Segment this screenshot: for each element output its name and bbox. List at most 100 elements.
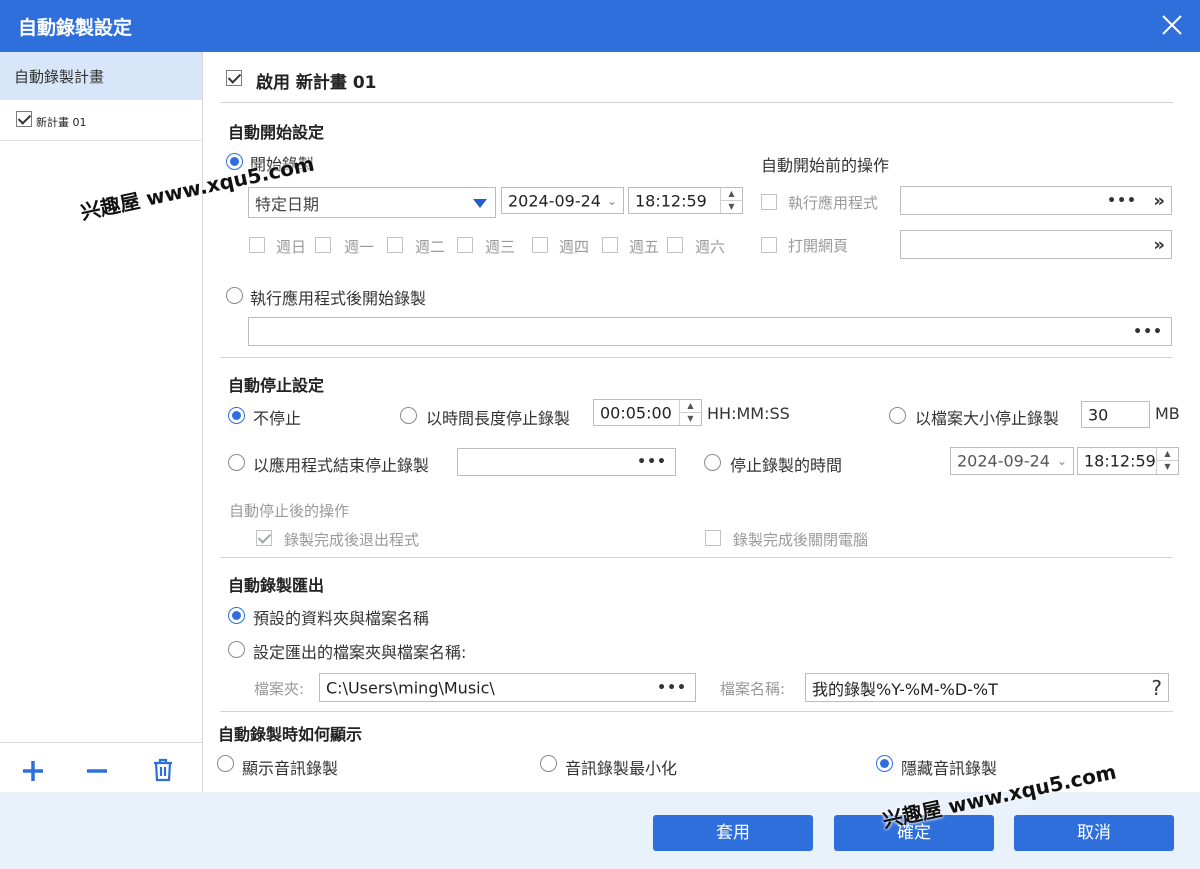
remove-icon[interactable]: [86, 760, 108, 782]
pre-actions-title: 自動開始前的操作: [761, 156, 890, 175]
spin-down-icon[interactable]: ▼: [680, 413, 701, 426]
trash-icon[interactable]: [152, 758, 174, 782]
default-export-radio[interactable]: [228, 607, 245, 624]
stop-date-value: 2024-09-24: [957, 451, 1050, 471]
weekday-checkbox-wed[interactable]: [457, 237, 473, 253]
open-web-label: 打開網頁: [788, 237, 849, 255]
dropdown-arrow-icon: [473, 199, 487, 208]
weekday-label-mon: 週一: [344, 238, 375, 256]
sidebar-toolbar: [0, 742, 202, 792]
no-stop-label: 不停止: [253, 409, 302, 428]
weekday-label-thu: 週四: [559, 238, 590, 256]
weekday-checkbox-mon[interactable]: [315, 237, 331, 253]
app-start-radio[interactable]: [226, 287, 243, 304]
weekday-checkbox-fri[interactable]: [602, 237, 618, 253]
spin-up-icon[interactable]: ▲: [680, 400, 701, 413]
export-title: 自動錄製匯出: [228, 576, 325, 595]
time-spinner[interactable]: ▲ ▼: [720, 188, 742, 213]
app-start-label: 執行應用程式後開始錄製: [250, 289, 427, 308]
divider: [220, 102, 1173, 103]
spin-up-icon[interactable]: ▲: [721, 188, 742, 201]
duration-value: 00:05:00: [600, 403, 672, 422]
size-input[interactable]: 30: [1081, 401, 1150, 428]
start-date-picker[interactable]: 2024-09-24 ⌄: [501, 187, 624, 214]
stop-date-picker[interactable]: 2024-09-24 ⌄: [950, 447, 1074, 475]
chevron-right-icon[interactable]: »: [1153, 234, 1165, 255]
plan-checkbox[interactable]: [16, 111, 32, 127]
app-start-path-input[interactable]: •••: [248, 317, 1172, 346]
chevron-right-icon[interactable]: »: [1153, 190, 1165, 211]
weekday-checkbox-tue[interactable]: [387, 237, 403, 253]
browse-icon[interactable]: •••: [1107, 193, 1137, 209]
duration-stop-radio[interactable]: [400, 407, 417, 424]
chevron-down-icon: ⌄: [1056, 454, 1067, 468]
run-app-label: 執行應用程式: [788, 194, 879, 212]
window-title: 自動錄製設定: [18, 17, 133, 39]
date-mode-value: 特定日期: [255, 194, 320, 214]
shutdown-after-checkbox[interactable]: [705, 530, 721, 546]
divider: [220, 557, 1173, 558]
hide-radio[interactable]: [876, 755, 893, 772]
auto-stop-title: 自動停止設定: [228, 376, 325, 395]
run-app-input[interactable]: ••• »: [900, 186, 1172, 215]
stop-time-stepper[interactable]: 18:12:59 ▲ ▼: [1077, 447, 1179, 475]
date-mode-select[interactable]: 特定日期: [248, 187, 496, 218]
cancel-button[interactable]: 取消: [1014, 815, 1174, 851]
stop-time-spinner[interactable]: ▲ ▼: [1156, 448, 1178, 474]
app-end-stop-radio[interactable]: [228, 454, 245, 471]
default-export-label: 預設的資料夾與檔案名稱: [253, 609, 430, 628]
spin-down-icon[interactable]: ▼: [1157, 461, 1178, 474]
spin-down-icon[interactable]: ▼: [721, 201, 742, 214]
custom-export-radio[interactable]: [228, 641, 245, 658]
folder-input[interactable]: C:\Users\ming\Music\ •••: [319, 673, 696, 702]
weekday-checkbox-thu[interactable]: [532, 237, 548, 253]
browse-icon[interactable]: •••: [657, 680, 687, 696]
duration-unit: HH:MM:SS: [707, 404, 790, 423]
size-stop-radio[interactable]: [889, 407, 906, 424]
app-end-input[interactable]: •••: [457, 448, 676, 476]
no-stop-radio[interactable]: [228, 407, 245, 424]
app-end-stop-label: 以應用程式結束停止錄製: [253, 456, 430, 475]
close-icon[interactable]: [1158, 11, 1186, 39]
help-icon[interactable]: ?: [1151, 676, 1162, 700]
weekday-label-fri: 週五: [629, 238, 660, 256]
duration-spinner[interactable]: ▲ ▼: [679, 400, 701, 425]
open-web-checkbox[interactable]: [761, 237, 777, 253]
sidebar-item-plan[interactable]: 新計畫 01: [0, 100, 202, 141]
stop-time-label: 停止錄製的時間: [730, 456, 843, 475]
weekday-checkbox-sun[interactable]: [249, 237, 265, 253]
spin-up-icon[interactable]: ▲: [1157, 448, 1178, 461]
exit-after-label: 錄製完成後退出程式: [284, 531, 420, 549]
duration-stepper[interactable]: 00:05:00 ▲ ▼: [593, 399, 702, 426]
start-time-value: 18:12:59: [635, 191, 707, 210]
add-icon[interactable]: [22, 760, 44, 782]
browse-icon[interactable]: •••: [637, 454, 667, 470]
sidebar-item-label: 新計畫 01: [36, 116, 87, 129]
weekday-label-tue: 週二: [415, 238, 446, 256]
folder-label: 檔案夾:: [254, 680, 305, 698]
title-bar: 自動錄製設定: [0, 0, 1200, 52]
enable-checkbox[interactable]: [226, 70, 242, 86]
show-label: 顯示音訊錄製: [242, 759, 339, 778]
size-unit: MB: [1155, 404, 1180, 423]
browse-icon[interactable]: •••: [1133, 324, 1163, 340]
apply-button[interactable]: 套用: [653, 815, 813, 851]
exit-after-checkbox[interactable]: [256, 530, 272, 546]
stop-time-radio[interactable]: [704, 454, 721, 471]
chevron-down-icon: ⌄: [606, 193, 617, 208]
custom-export-label: 設定匯出的檔案夾與檔案名稱:: [253, 643, 467, 662]
stop-time-value: 18:12:59: [1084, 451, 1156, 471]
minimize-label: 音訊錄製最小化: [565, 759, 678, 778]
divider: [220, 357, 1173, 358]
filename-input[interactable]: 我的錄製%Y-%M-%D-%T ?: [805, 673, 1169, 702]
show-radio[interactable]: [217, 755, 234, 772]
weekday-checkbox-sat[interactable]: [667, 237, 683, 253]
start-time-stepper[interactable]: 18:12:59 ▲ ▼: [628, 187, 743, 214]
minimize-radio[interactable]: [540, 755, 557, 772]
open-web-input[interactable]: »: [900, 230, 1172, 259]
enable-label: 啟用 新計畫 01: [256, 73, 377, 93]
run-app-checkbox[interactable]: [761, 194, 777, 210]
filename-value: 我的錄製%Y-%M-%D-%T: [812, 679, 998, 699]
weekday-label-wed: 週三: [485, 238, 516, 256]
size-stop-label: 以檔案大小停止錄製: [915, 409, 1060, 428]
